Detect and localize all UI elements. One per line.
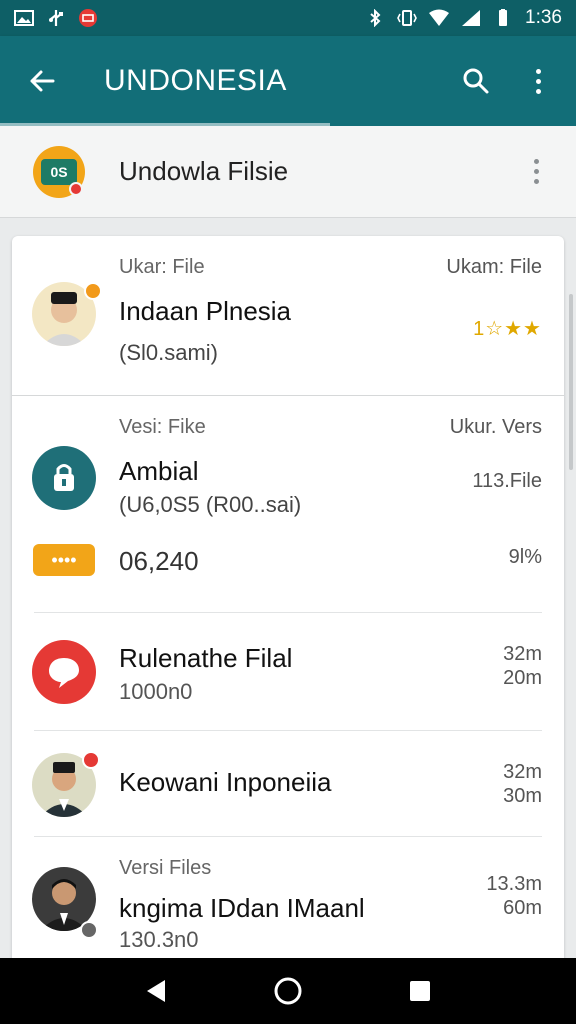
item-meta-bottom: 60m xyxy=(503,897,542,919)
nav-recents-icon[interactable] xyxy=(396,967,444,1015)
app-logo: 0S xyxy=(33,145,85,198)
item-meta-bottom: 30m xyxy=(503,785,542,807)
search-icon[interactable] xyxy=(456,61,496,101)
vibrate-icon xyxy=(397,9,417,27)
file-list-card: Ukar: File Ukam: File Indaan Plnesia 1☆★… xyxy=(12,236,564,966)
battery-icon xyxy=(493,9,513,27)
item-amount: 06,240 xyxy=(119,546,199,576)
item-label: Ukar: File xyxy=(119,256,205,278)
lock-icon xyxy=(32,446,96,510)
nav-back-icon[interactable] xyxy=(132,967,180,1015)
item-label: Versi Files xyxy=(119,857,212,879)
bluetooth-icon xyxy=(365,9,385,27)
item-subtitle: 1000n0 xyxy=(119,679,193,704)
avatar-badge xyxy=(82,751,100,769)
item-subtitle: 130.3n0 xyxy=(119,927,199,952)
header-more-icon[interactable] xyxy=(526,154,546,190)
avatar-badge xyxy=(84,282,102,300)
list-item[interactable]: Rulenathe Filal 1000n0 32m 20m xyxy=(12,613,564,730)
notification-icon xyxy=(78,9,98,27)
avatar-badge xyxy=(80,921,98,939)
item-meta-top: 32m xyxy=(503,643,542,665)
dots-chip[interactable]: •••• xyxy=(33,544,95,576)
item-meta-top: 13.3m xyxy=(486,873,542,895)
file-header[interactable]: 0S Undowla Filsie xyxy=(0,126,576,218)
item-subtitle: (U6,0S5 (R00..sai) xyxy=(119,492,302,517)
rating-stars: 1☆★★ xyxy=(473,318,542,340)
item-title: Keowani Inponeiia xyxy=(119,767,332,797)
item-title: Rulenathe Filal xyxy=(119,643,293,673)
chat-icon xyxy=(32,640,96,704)
item-amount-right: 9l% xyxy=(508,546,542,568)
usb-icon xyxy=(46,9,66,27)
item-title: kngima IDdan IMaanl xyxy=(119,893,365,923)
list-item[interactable]: Vesi: Fike Ukur. Vers Ambial 113.File (U… xyxy=(12,396,564,612)
image-icon xyxy=(14,9,34,27)
item-meta-top: 32m xyxy=(503,761,542,783)
list-item[interactable]: Ukar: File Ukam: File Indaan Plnesia 1☆★… xyxy=(12,236,564,396)
item-title: Indaan Plnesia xyxy=(119,296,292,326)
logo-badge xyxy=(69,181,83,196)
list-item[interactable]: Versi Files kngima IDdan IMaanl 130.3n0 … xyxy=(12,837,564,966)
item-subtitle: (Sl0.sami) xyxy=(119,340,219,365)
more-vert-icon[interactable] xyxy=(518,61,558,101)
header-title: Undowla Filsie xyxy=(119,156,289,186)
item-value-right: 113.File xyxy=(472,470,542,492)
item-label: Vesi: Fike xyxy=(119,416,206,438)
list-item[interactable]: Keowani Inponeiia 32m 30m xyxy=(12,731,564,836)
signal-icon xyxy=(461,9,481,27)
status-bar: 1:36 xyxy=(0,0,576,36)
item-label-right: Ukam: File xyxy=(446,256,542,278)
navigation-bar xyxy=(0,958,576,1024)
item-meta-bottom: 20m xyxy=(503,667,542,689)
page-title: UNDONESIA xyxy=(104,64,287,97)
status-time: 1:36 xyxy=(525,7,562,28)
arrow-back-icon[interactable] xyxy=(20,59,64,103)
item-title: Ambial xyxy=(119,456,199,486)
wifi-icon xyxy=(429,9,450,27)
nav-home-icon[interactable] xyxy=(264,967,312,1015)
scrollbar[interactable] xyxy=(569,294,573,470)
item-label-right: Ukur. Vers xyxy=(449,416,542,438)
app-bar: UNDONESIA xyxy=(0,36,576,126)
